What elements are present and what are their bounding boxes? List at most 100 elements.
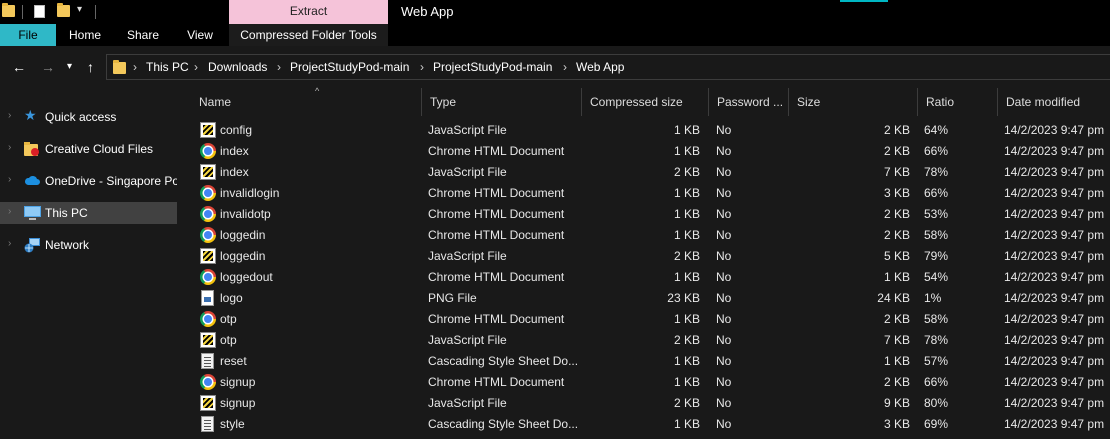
compression-ratio: 57%	[924, 354, 949, 368]
file-name: otp	[220, 333, 237, 347]
date-modified: 14/2/2023 9:47 pm	[1004, 228, 1105, 242]
table-row[interactable]: signup JavaScript File 2 KB No 9 KB 80% 14/2/2…	[192, 393, 1110, 414]
compression-ratio: 66%	[924, 375, 949, 389]
date-modified: 14/2/2023 9:47 pm	[1004, 165, 1105, 179]
table-row[interactable]: config JavaScript File 1 KB No 2 KB 64% 14/2/2…	[192, 120, 1110, 141]
properties-icon[interactable]	[34, 5, 45, 18]
file-type: Chrome HTML Document	[428, 228, 565, 242]
recent-locations-chevron-icon[interactable]: ▾	[67, 61, 72, 72]
file-name: signup	[220, 396, 256, 410]
file-size: 1 KB	[883, 270, 910, 284]
file-size: 2 KB	[883, 375, 910, 389]
table-row[interactable]: signup Chrome HTML Document 1 KB No 2 KB 66% 1…	[192, 372, 1110, 393]
compression-ratio: 64%	[924, 123, 949, 137]
column-header-date-modified[interactable]: Date modified	[998, 88, 1110, 116]
expand-chevron-icon[interactable]: ›	[8, 174, 11, 185]
table-row[interactable]: style Cascading Style Sheet Do... 1 KB No 3 …	[192, 414, 1110, 435]
password-protected: No	[716, 186, 732, 200]
table-row[interactable]: loggedout Chrome HTML Document 1 KB No 1 KB 5…	[192, 267, 1110, 288]
compression-ratio: 66%	[924, 144, 949, 158]
date-modified: 14/2/2023 9:47 pm	[1004, 144, 1105, 158]
sidebar-item-quick-access[interactable]: › ★ Quick access	[0, 106, 177, 128]
new-folder-icon[interactable]	[57, 3, 70, 17]
table-row[interactable]: otp JavaScript File 2 KB No 7 KB 78% 14/2/2023…	[192, 330, 1110, 351]
breadcrumb-projectstudypod-main[interactable]: ProjectStudyPod-main	[290, 60, 409, 74]
javascript-file-icon	[200, 395, 216, 411]
file-name: logo	[220, 291, 243, 305]
chrome-html-icon	[200, 143, 216, 159]
table-row[interactable]: loggedin JavaScript File 2 KB No 5 KB 79% 14/2…	[192, 246, 1110, 267]
breadcrumb-web-app[interactable]: Web App	[576, 60, 624, 74]
column-header-size[interactable]: Size	[789, 88, 918, 116]
table-row[interactable]: logo PNG File 23 KB No 24 KB 1% 14/2/2023 9:47…	[192, 288, 1110, 309]
up-arrow-icon[interactable]: ↑	[87, 59, 94, 75]
tab-share[interactable]: Share	[120, 24, 166, 46]
breadcrumb-separator[interactable]: ›	[420, 60, 424, 74]
column-header-ratio[interactable]: Ratio	[918, 88, 998, 116]
file-size: 24 KB	[877, 291, 910, 305]
tab-view[interactable]: View	[178, 24, 222, 46]
table-row[interactable]: index Chrome HTML Document 1 KB No 2 KB 66% 14…	[192, 141, 1110, 162]
back-arrow-icon[interactable]: ←	[12, 59, 26, 75]
file-name: config	[220, 123, 253, 137]
table-row[interactable]: invalidotp Chrome HTML Document 1 KB No 2 KB…	[192, 204, 1110, 225]
breadcrumb-projectstudypod-main[interactable]: ProjectStudyPod-main	[433, 60, 552, 74]
column-header-label: Password ...	[717, 95, 784, 109]
tab-compressed-folder-tools[interactable]: Compressed Folder Tools	[229, 24, 388, 46]
breadcrumb-separator[interactable]: ›	[563, 60, 567, 74]
breadcrumb-separator[interactable]: ›	[277, 60, 281, 74]
toolbar-separator	[22, 5, 23, 19]
expand-chevron-icon[interactable]: ›	[8, 142, 11, 153]
column-header-password[interactable]: Password ...	[709, 88, 789, 116]
tab-home[interactable]: Home	[62, 24, 108, 46]
compression-ratio: 58%	[924, 228, 949, 242]
breadcrumb-this-pc[interactable]: This PC	[146, 60, 189, 74]
file-name: loggedout	[220, 270, 273, 284]
sidebar-item-this-pc[interactable]: › This PC	[0, 202, 177, 224]
folder-icon	[113, 60, 126, 74]
sidebar-item-creative-cloud-files[interactable]: › Creative Cloud Files	[0, 138, 177, 160]
file-name: otp	[220, 312, 237, 326]
table-row[interactable]: index JavaScript File 2 KB No 7 KB 78% 14/2/20…	[192, 162, 1110, 183]
date-modified: 14/2/2023 9:47 pm	[1004, 396, 1105, 410]
tab-extract[interactable]: Extract	[229, 0, 388, 24]
compression-ratio: 79%	[924, 249, 949, 263]
sidebar-item-network[interactable]: › Network	[0, 234, 177, 256]
file-type: Chrome HTML Document	[428, 270, 565, 284]
password-protected: No	[716, 228, 732, 242]
sort-ascending-icon: ^	[315, 86, 320, 96]
breadcrumb-separator[interactable]: ›	[194, 60, 198, 74]
compressed-size: 1 KB	[673, 207, 700, 221]
compressed-size: 23 KB	[667, 291, 700, 305]
expand-chevron-icon[interactable]: ›	[8, 206, 11, 217]
address-bar[interactable]: › This PC › Downloads › ProjectStudyPod-…	[106, 54, 1110, 80]
column-header-compressed-size[interactable]: Compressed size	[582, 88, 709, 116]
cloud-icon	[24, 174, 40, 188]
column-header-type[interactable]: Type	[422, 88, 582, 116]
compression-ratio: 78%	[924, 165, 949, 179]
title-accent-bar	[840, 0, 888, 2]
sidebar-item-onedrive[interactable]: › OneDrive - Singapore Pol	[0, 170, 177, 192]
password-protected: No	[716, 375, 732, 389]
tab-file[interactable]: File	[0, 24, 56, 46]
table-row[interactable]: otp Chrome HTML Document 1 KB No 2 KB 58% 14/2…	[192, 309, 1110, 330]
compressed-size: 1 KB	[673, 144, 700, 158]
table-row[interactable]: reset Cascading Style Sheet Do... 1 KB No 1 …	[192, 351, 1110, 372]
table-row[interactable]: invalidlogin Chrome HTML Document 1 KB No 3 …	[192, 183, 1110, 204]
breadcrumb-downloads[interactable]: Downloads	[208, 60, 267, 74]
compressed-size: 1 KB	[673, 186, 700, 200]
date-modified: 14/2/2023 9:47 pm	[1004, 312, 1105, 326]
column-header-label: Name	[199, 95, 232, 109]
expand-chevron-icon[interactable]: ›	[8, 238, 11, 249]
column-header-name[interactable]: Name ^	[191, 86, 422, 116]
compressed-size: 2 KB	[673, 165, 700, 179]
table-row[interactable]: loggedin Chrome HTML Document 1 KB No 2 KB 58…	[192, 225, 1110, 246]
file-type: JavaScript File	[428, 333, 507, 347]
chrome-html-icon	[200, 374, 216, 390]
customize-toolbar-chevron-icon[interactable]: ▾	[77, 4, 82, 15]
forward-arrow-icon[interactable]: →	[41, 59, 55, 75]
javascript-file-icon	[200, 122, 216, 138]
compression-ratio: 1%	[924, 291, 942, 305]
folder-icon[interactable]	[2, 3, 15, 17]
expand-chevron-icon[interactable]: ›	[8, 110, 11, 121]
